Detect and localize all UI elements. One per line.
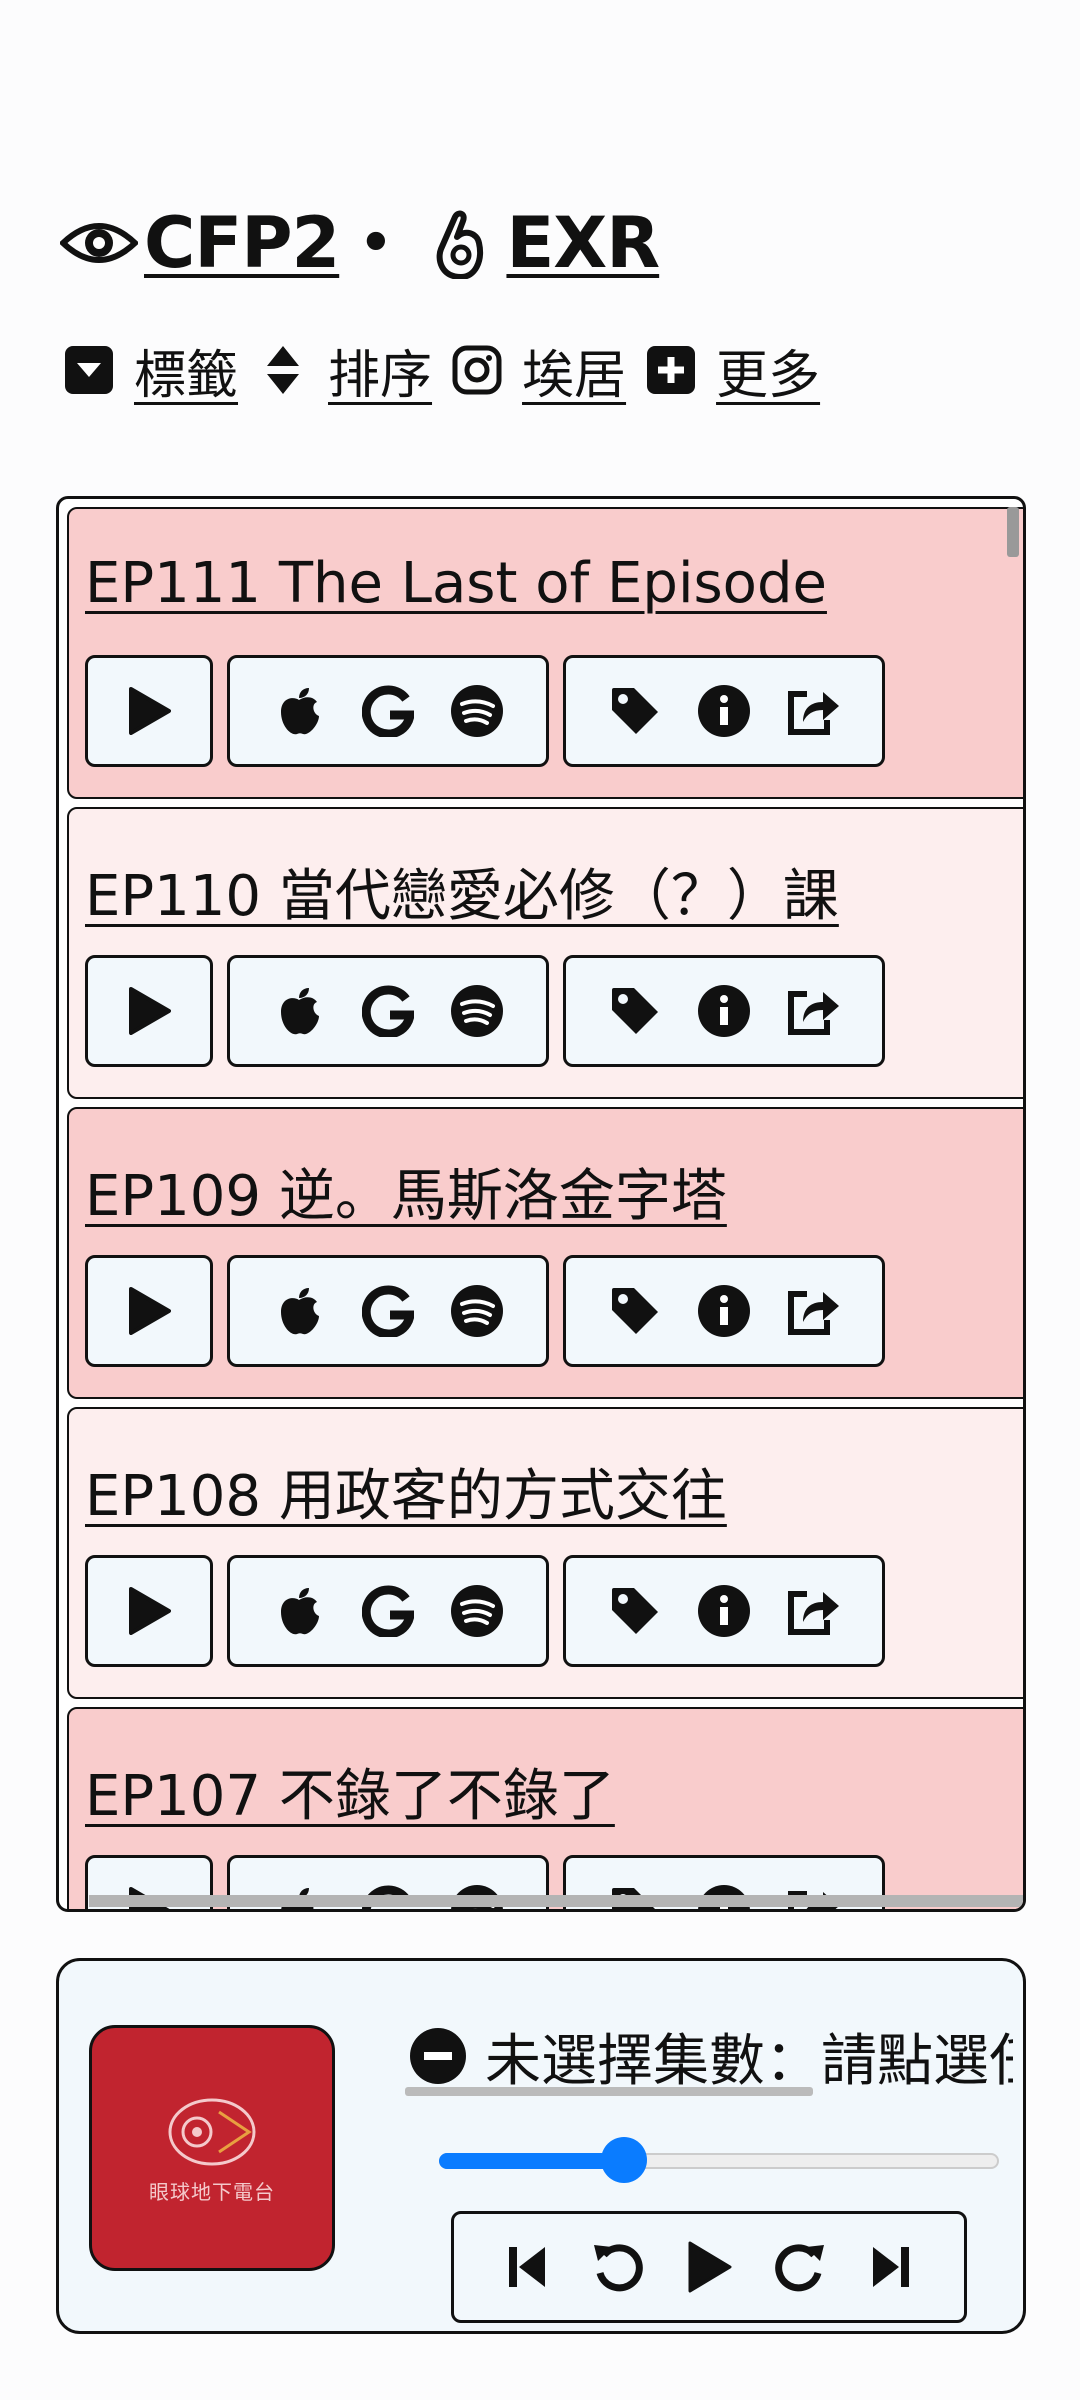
audio-player: 眼球地下電台 未選擇集數：請點選任 <box>56 1958 1026 2334</box>
vertical-scrollbar[interactable] <box>1007 507 1019 557</box>
play-icon <box>121 1583 177 1639</box>
share-icon[interactable] <box>785 683 841 739</box>
spotify-icon[interactable] <box>449 1283 505 1339</box>
brand-link-exr[interactable]: EXR <box>506 202 660 284</box>
episode-card: EP110 當代戀愛必修（？）課 <box>67 807 1023 1099</box>
podcast-cover: 眼球地下電台 <box>89 2025 335 2271</box>
sort-icon <box>254 341 312 399</box>
apple-icon[interactable] <box>271 983 327 1039</box>
episode-play-button[interactable] <box>85 955 213 1067</box>
forward-icon[interactable] <box>768 2235 832 2299</box>
plus-box-icon <box>642 341 700 399</box>
rewind-icon[interactable] <box>586 2235 650 2299</box>
episode-card: EP111 The Last of Episode <box>67 507 1023 799</box>
episode-title[interactable]: EP109 逆。馬斯洛金字塔 <box>85 1151 727 1232</box>
episode-actions <box>563 1255 885 1367</box>
progress-fill <box>439 2153 624 2169</box>
episode-title[interactable]: EP107 不錄了不錄了 <box>85 1751 615 1832</box>
horizontal-scrollbar[interactable] <box>89 1895 1023 1907</box>
episode-actions <box>563 655 885 767</box>
sub-nav: 標籤 排序 埃居 更多 <box>60 330 836 410</box>
platform-links <box>227 955 549 1067</box>
episode-play-button[interactable] <box>85 1555 213 1667</box>
episode-card: EP109 逆。馬斯洛金字塔 <box>67 1107 1023 1399</box>
share-icon[interactable] <box>785 1583 841 1639</box>
episode-button-row <box>85 955 899 1067</box>
brand-link-cfp2[interactable]: CFP2 <box>144 202 340 284</box>
spotify-icon[interactable] <box>449 683 505 739</box>
info-icon[interactable] <box>696 683 752 739</box>
tag-box-icon <box>60 341 118 399</box>
apple-icon[interactable] <box>271 1283 327 1339</box>
episode-button-row <box>85 1555 899 1667</box>
tag-icon[interactable] <box>607 1583 663 1639</box>
episode-list[interactable]: EP111 The Last of Episode EP110 當代戀愛必修（？… <box>56 496 1026 1912</box>
podcast-logo <box>168 2098 256 2165</box>
spotify-icon[interactable] <box>449 1583 505 1639</box>
hand-gesture-icon <box>422 204 500 282</box>
nav-label-tags: 標籤 <box>134 345 239 406</box>
apple-icon[interactable] <box>271 1583 327 1639</box>
info-icon[interactable] <box>696 983 752 1039</box>
episode-play-button[interactable] <box>85 1255 213 1367</box>
nav-item-more[interactable]: 更多 <box>642 333 820 408</box>
nav-label-sort: 排序 <box>328 345 433 406</box>
tag-icon[interactable] <box>607 1283 663 1339</box>
play-icon <box>121 1283 177 1339</box>
progress-knob[interactable] <box>600 2137 647 2183</box>
google-icon[interactable] <box>360 983 416 1039</box>
google-icon[interactable] <box>360 683 416 739</box>
episode-button-row <box>85 655 899 767</box>
nav-item-instagram[interactable]: 埃居 <box>448 333 626 408</box>
share-icon[interactable] <box>785 983 841 1039</box>
nav-label-instagram: 埃居 <box>522 345 627 406</box>
play-icon[interactable] <box>677 2235 741 2299</box>
now-playing-scrollbar <box>405 2087 813 2096</box>
info-icon[interactable] <box>696 1283 752 1339</box>
episode-title[interactable]: EP108 用政客的方式交往 <box>85 1451 727 1532</box>
episode-card: EP107 不錄了不錄了 <box>67 1707 1023 1909</box>
episode-actions <box>563 955 885 1067</box>
platform-links <box>227 1555 549 1667</box>
now-playing: 未選擇集數：請點選任 <box>409 2021 1013 2091</box>
skip-forward-icon[interactable] <box>859 2235 923 2299</box>
google-icon[interactable] <box>360 1583 416 1639</box>
episode-title[interactable]: EP110 當代戀愛必修（？）課 <box>85 851 839 932</box>
platform-links <box>227 655 549 767</box>
eye-icon <box>60 204 138 282</box>
progress-slider[interactable] <box>439 2137 999 2183</box>
page-header: CFP2 • EXR <box>60 198 660 288</box>
now-playing-text: 未選擇集數：請點選任 <box>485 2028 1013 2092</box>
instagram-icon <box>448 341 506 399</box>
apple-icon[interactable] <box>271 683 327 739</box>
episode-button-row <box>85 1255 899 1367</box>
cover-label: 眼球地下電台 <box>149 2179 275 2204</box>
episode-title[interactable]: EP111 The Last of Episode <box>85 551 827 616</box>
player-controls <box>451 2211 967 2323</box>
tag-icon[interactable] <box>607 983 663 1039</box>
nav-item-sort[interactable]: 排序 <box>254 333 432 408</box>
spotify-icon[interactable] <box>449 983 505 1039</box>
info-icon[interactable] <box>696 1583 752 1639</box>
episode-card: EP108 用政客的方式交往 <box>67 1407 1023 1699</box>
share-icon[interactable] <box>785 1283 841 1339</box>
nav-label-more: 更多 <box>716 345 821 406</box>
header-separator: • <box>359 213 393 273</box>
google-icon[interactable] <box>360 1283 416 1339</box>
platform-links <box>227 1255 549 1367</box>
play-icon <box>121 683 177 739</box>
minus-circle-icon <box>409 2026 467 2086</box>
play-icon <box>121 983 177 1039</box>
skip-back-icon[interactable] <box>495 2235 559 2299</box>
tag-icon[interactable] <box>607 683 663 739</box>
episode-actions <box>563 1555 885 1667</box>
nav-item-tags[interactable]: 標籤 <box>60 333 238 408</box>
episode-play-button[interactable] <box>85 655 213 767</box>
